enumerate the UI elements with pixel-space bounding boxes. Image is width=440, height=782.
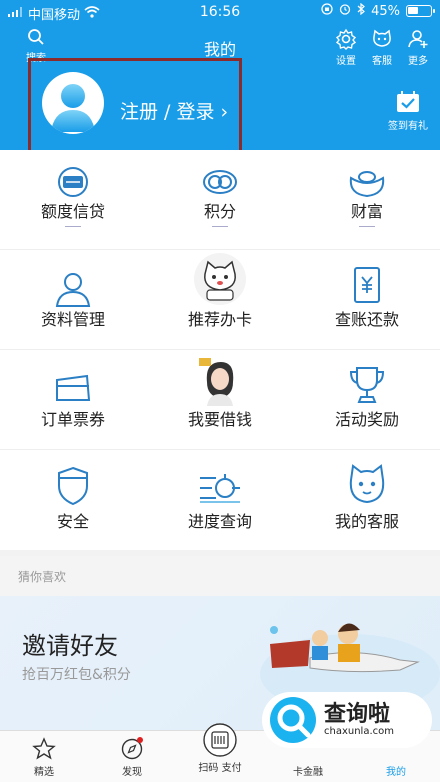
menu-label: 安全: [56, 512, 89, 531]
checkin-button[interactable]: 签到有礼: [386, 90, 430, 132]
menu-label: 积分: [203, 202, 236, 221]
watermark-main: 查询啦: [324, 701, 391, 727]
menu-label: 进度查询: [187, 512, 252, 531]
menu-item-profile[interactable]: 资料管理: [0, 250, 146, 350]
trophy-icon: [349, 367, 385, 403]
menu-label: 额度信贷: [40, 202, 105, 221]
menu-row: 额度信贷 积分 财富: [0, 150, 440, 250]
service-cat-icon: [349, 464, 385, 504]
tab-featured[interactable]: 精选: [0, 731, 88, 782]
menu-item-credit[interactable]: 额度信贷: [0, 150, 146, 250]
tab-discover[interactable]: 发现: [88, 731, 176, 782]
menu-row: 安全 进度查询 我的客服: [0, 450, 440, 550]
progress-icon: [200, 474, 240, 503]
settings-button[interactable]: 设置: [332, 28, 360, 67]
tab-label: 扫码 支付: [198, 763, 242, 774]
bill-yen-icon: [354, 267, 380, 303]
menu-item-borrow[interactable]: 我要借钱: [147, 350, 293, 450]
service-cat-head-icon: [373, 29, 391, 47]
menu-label: 查账还款: [334, 310, 399, 329]
guess-section-header: 猜你喜欢: [0, 556, 440, 596]
calendar-check-icon: [397, 91, 419, 112]
add-user-icon: [408, 30, 428, 48]
compass-icon: [121, 737, 143, 760]
watermark-logo-icon: [270, 697, 316, 743]
orientation-lock-icon: [321, 3, 333, 19]
battery-icon: [406, 5, 435, 17]
banner-title: 邀请好友: [22, 632, 118, 660]
gear-icon: [335, 28, 357, 50]
menu-underline: [359, 226, 375, 227]
menu-label: 推荐办卡: [187, 310, 252, 329]
menu-item-points[interactable]: 积分: [147, 150, 293, 250]
shield-icon: [58, 466, 88, 506]
battery-fill: [408, 7, 418, 14]
menu-label: 活动奖励: [334, 410, 399, 429]
watermark: 查询啦 chaxunla.com: [262, 692, 432, 748]
menu-item-security[interactable]: 安全: [0, 450, 146, 550]
service-label: 客服: [372, 56, 392, 67]
menu-underline: [65, 226, 81, 227]
menu-label: 我要借钱: [187, 410, 252, 429]
settings-label: 设置: [336, 56, 356, 67]
menu-item-my-service[interactable]: 我的客服: [294, 450, 440, 550]
more-button[interactable]: 更多: [404, 28, 432, 67]
menu-item-bill-repay[interactable]: 查账还款: [294, 250, 440, 350]
tab-label: 我的: [386, 767, 406, 778]
star-icon: [32, 737, 56, 760]
menu-row: 资料管理 推荐办卡 查账还款: [0, 250, 440, 350]
menu-row: 订单票券 我要借钱 活动奖励: [0, 350, 440, 450]
woman-avatar-icon: [194, 353, 246, 406]
menu-item-recommend-card[interactable]: 推荐办卡: [147, 250, 293, 350]
menu-label: 资料管理: [40, 310, 105, 329]
ticket-icon: [56, 374, 91, 401]
menu-item-wealth[interactable]: 财富: [294, 150, 440, 250]
tab-scan-pay[interactable]: 扫码 支付: [176, 723, 264, 782]
menu-item-orders[interactable]: 订单票券: [0, 350, 146, 450]
watermark-text: 查询啦 chaxunla.com: [324, 701, 394, 737]
menu-underline: [212, 226, 228, 227]
status-right: 45%: [321, 2, 435, 19]
battery-percent: 45%: [371, 3, 400, 19]
banner-subtitle: 抢百万红包&积分: [22, 667, 131, 683]
menu-label: 订单票券: [40, 410, 105, 429]
menu-item-progress[interactable]: 进度查询: [147, 450, 293, 550]
scan-pay-icon: [203, 723, 237, 757]
login-highlight-box: [28, 58, 242, 154]
lucky-cat-icon: [194, 253, 246, 305]
menu-item-rewards[interactable]: 活动奖励: [294, 350, 440, 450]
tab-label: 卡金融: [293, 767, 323, 778]
bluetooth-icon: [357, 2, 366, 19]
header-actions: 设置 客服 更多: [332, 28, 432, 67]
menu-grid: 额度信贷 积分 财富 资料管理 推荐办卡 查账还款 订单票券 我要借钱 活动奖励…: [0, 150, 440, 550]
more-label: 更多: [408, 56, 428, 67]
tab-label: 精选: [34, 767, 54, 778]
tab-label: 发现: [122, 767, 142, 778]
alarm-icon: [339, 3, 351, 19]
service-button[interactable]: 客服: [368, 28, 396, 67]
status-bar: 中国移动 16:56 45%: [0, 0, 440, 24]
checkin-label: 签到有礼: [388, 121, 428, 132]
watermark-url: chaxunla.com: [324, 725, 394, 737]
menu-label: 我的客服: [334, 512, 399, 531]
menu-label: 财富: [350, 202, 383, 221]
